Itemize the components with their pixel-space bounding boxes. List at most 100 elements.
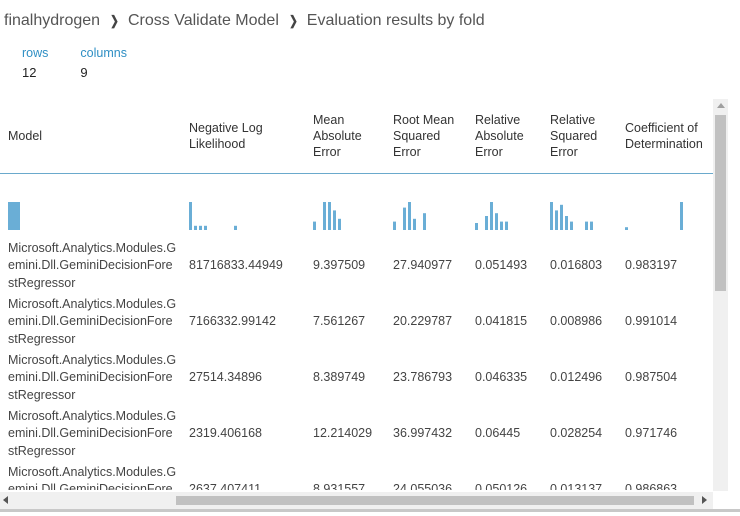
vertical-scroll-thumb[interactable] [715,115,726,291]
histogram-bar [199,225,202,230]
column-header-model[interactable]: Model [0,98,181,174]
histogram-bar [189,202,192,230]
table-cell: 12.214029 [313,426,373,441]
table-cell: 0.046335 [475,370,528,385]
histogram-bar [500,221,503,230]
column-histogram [393,202,426,230]
histogram-bar [204,225,207,230]
histogram-row [0,174,714,239]
histogram-bar [590,221,593,230]
results-table: Model Negative Log Likelihood Mean Absol… [0,98,714,490]
rows-label: rows [22,46,49,60]
histogram-cell[interactable] [0,174,181,239]
table-cell-model: Microsoft.Analytics.Modules.Gemini.Dll.G… [8,240,177,290]
table-cell: 0.041815 [475,314,528,329]
column-histogram [625,202,683,230]
columns-value: 9 [80,65,88,80]
table-cell: 24.055036 [393,482,453,490]
table-cell: 7.561267 [313,314,366,329]
table-row[interactable]: Microsoft.Analytics.Modules.Gemini.Dll.G… [0,462,714,490]
histogram-bar [475,223,478,230]
table-cell: 0.987504 [625,370,678,385]
histogram-bar [408,202,411,230]
table-cell: 2637.407411 [189,482,262,490]
table-row[interactable]: Microsoft.Analytics.Modules.Gemini.Dll.G… [0,238,714,294]
horizontal-scrollbar[interactable] [0,492,713,509]
histogram-bar [680,202,683,230]
scroll-left-arrow-icon[interactable] [3,496,8,504]
histogram-cell[interactable] [385,174,467,239]
chevron-right-icon: ❯ [110,13,119,28]
histogram-cell[interactable] [617,174,714,239]
column-header-coefficient-of-determination[interactable]: Coefficient of Determination [617,98,714,174]
column-histogram [8,202,20,230]
dataset-stats: rows 12 columns 9 [22,45,159,83]
histogram-bar [555,210,558,230]
table-row[interactable]: Microsoft.Analytics.Modules.Gemini.Dll.G… [0,350,714,406]
table-cell: 0.008986 [550,314,603,329]
breadcrumb-item-output: Evaluation results by fold [306,12,485,29]
column-header-relative-squared-error[interactable]: Relative Squared Error [542,98,617,174]
horizontal-scroll-thumb[interactable] [176,496,694,505]
table-cell: 27.940977 [393,258,453,273]
histogram-bar [194,225,197,230]
results-table-viewport: Model Negative Log Likelihood Mean Absol… [0,98,714,490]
divider [0,509,740,512]
histogram-cell[interactable] [542,174,617,239]
table-cell: 2319.406168 [189,426,262,441]
table-row[interactable]: Microsoft.Analytics.Modules.Gemini.Dll.G… [0,294,714,350]
histogram-bar [560,204,563,230]
table-cell: 0.986863 [625,482,678,490]
breadcrumb-item-experiment[interactable]: finalhydrogen [4,12,100,30]
histogram-bar [8,202,20,230]
table-cell: 20.229787 [393,314,453,329]
table-cell: 0.050126 [475,482,528,490]
table-cell: 81716833.44949 [189,258,283,273]
scroll-up-arrow-icon[interactable] [717,103,725,108]
table-cell: 0.012496 [550,370,603,385]
rows-stat: rows 12 [22,45,48,83]
histogram-bar [234,225,237,230]
histogram-bar [313,221,316,230]
column-header-mean-absolute-error[interactable]: Mean Absolute Error [305,98,385,174]
table-cell: 0.028254 [550,426,603,441]
column-histogram [475,202,508,230]
table-cell-model: Microsoft.Analytics.Modules.Gemini.Dll.G… [8,464,177,490]
table-cell: 27514.34896 [189,370,262,385]
vertical-scrollbar[interactable] [713,99,728,491]
table-cell-model: Microsoft.Analytics.Modules.Gemini.Dll.G… [8,408,177,458]
table-cell: 0.013137 [550,482,603,490]
histogram-bar [413,218,416,230]
table-cell: 7166332.99142 [189,314,276,329]
table-cell: 0.016803 [550,258,603,273]
column-histogram [189,202,237,230]
chevron-right-icon: ❯ [288,13,298,28]
column-header-relative-absolute-error[interactable]: Relative Absolute Error [467,98,542,174]
histogram-cell[interactable] [181,174,305,239]
histogram-bar [423,213,426,230]
histogram-bar [393,221,396,230]
histogram-bar [333,210,336,230]
table-cell: 8.389749 [313,370,366,385]
table-cell: 0.991014 [625,314,678,329]
histogram-bar [328,202,331,230]
table-row[interactable]: Microsoft.Analytics.Modules.Gemini.Dll.G… [0,406,714,462]
table-cell: 0.051493 [475,258,528,273]
histogram-bar [485,216,488,230]
breadcrumb: finalhydrogen ❯ Cross Validate Model ❯ E… [4,10,485,32]
scroll-right-arrow-icon[interactable] [702,496,707,504]
histogram-bar [403,207,406,230]
column-header-negative-log-likelihood[interactable]: Negative Log Likelihood [181,98,305,174]
breadcrumb-item-module[interactable]: Cross Validate Model [128,12,279,30]
table-cell: 0.06445 [475,426,521,441]
histogram-bar [570,221,573,230]
table-cell: 36.997432 [393,426,453,441]
table-cell-model: Microsoft.Analytics.Modules.Gemini.Dll.G… [8,296,177,346]
table-cell: 8.931557 [313,482,366,490]
histogram-cell[interactable] [305,174,385,239]
table-cell-model: Microsoft.Analytics.Modules.Gemini.Dll.G… [8,352,177,402]
column-header-root-mean-squared-error[interactable]: Root Mean Squared Error [385,98,467,174]
histogram-bar [625,227,628,230]
histogram-cell[interactable] [467,174,542,239]
histogram-bar [550,202,553,230]
